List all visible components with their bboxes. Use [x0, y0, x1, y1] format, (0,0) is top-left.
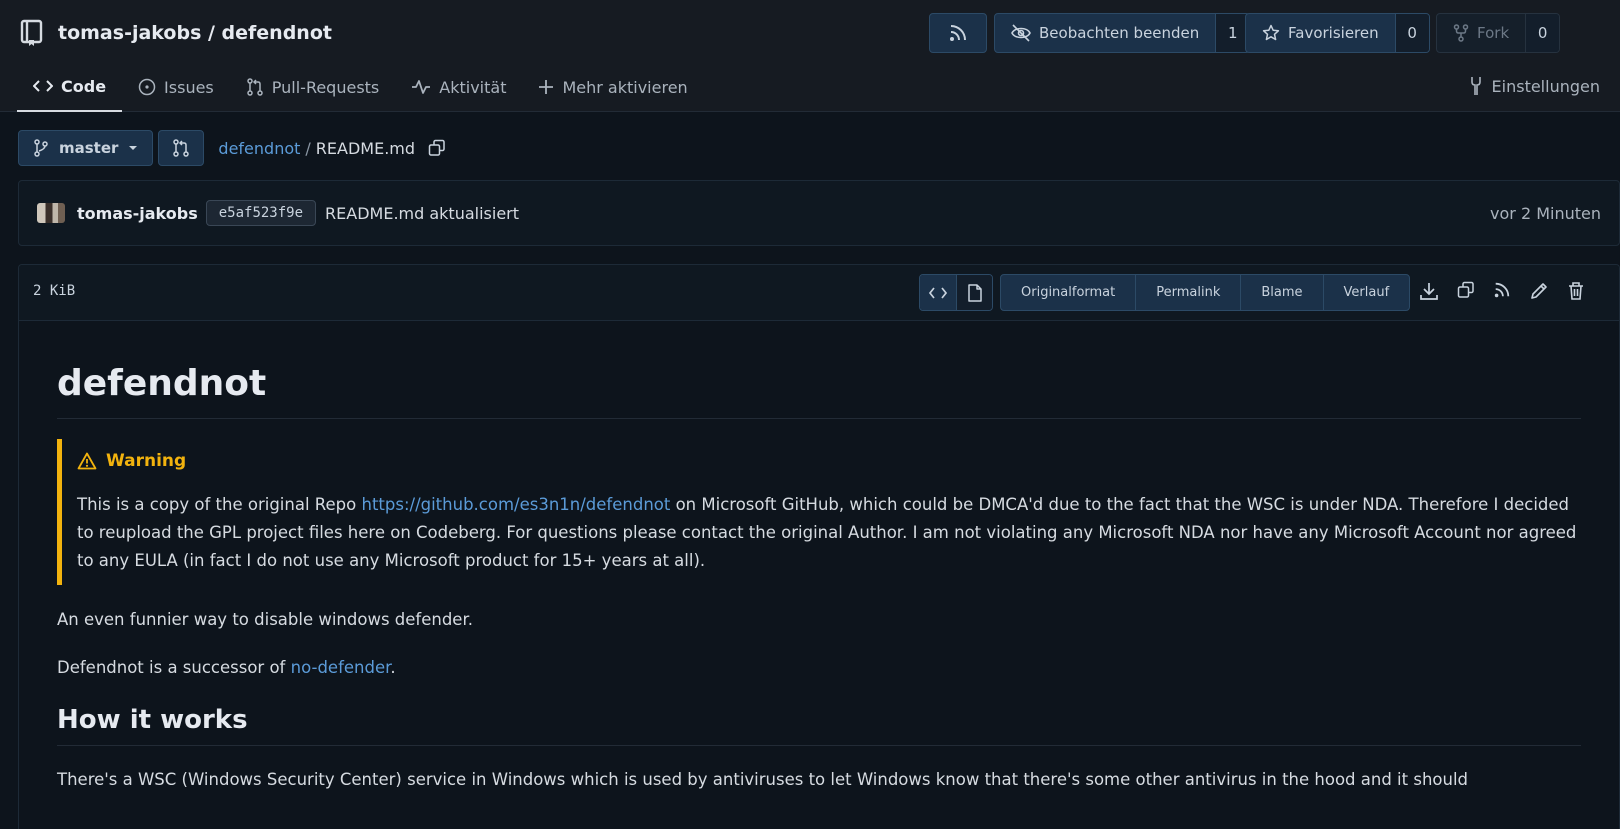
compare-button[interactable]: [158, 130, 205, 166]
file-icon-buttons: [1419, 281, 1585, 301]
watch-label: Beobachten beenden: [1039, 24, 1200, 42]
plus-icon: [538, 79, 554, 95]
repo-header: tomas-jakobs / defendnot Beobachten been…: [0, 0, 1620, 112]
tab-more[interactable]: Mehr aktivieren: [522, 62, 703, 112]
view-toggle: [919, 274, 993, 311]
file-header: 2 KiB Originalformat Permalink Blame Ver…: [19, 265, 1619, 321]
permalink-button[interactable]: Permalink: [1135, 275, 1240, 310]
tab-issues-label: Issues: [164, 77, 214, 97]
commit-message[interactable]: README.md aktualisiert: [325, 204, 519, 223]
warning-icon: [77, 452, 97, 470]
star-count[interactable]: 0: [1394, 14, 1429, 52]
file-actions: Originalformat Permalink Blame Verlauf: [1000, 274, 1411, 311]
readme-paragraph-1: An even funnier way to disable windows d…: [57, 610, 473, 629]
para2-post: .: [390, 658, 396, 677]
download-icon[interactable]: [1419, 281, 1439, 301]
branch-row: master defendnot / README.md: [18, 130, 446, 166]
commit-time: vor 2 Minuten: [1490, 203, 1601, 223]
tools-icon: [1468, 76, 1484, 96]
tab-activity[interactable]: Aktivität: [395, 62, 522, 112]
warning-text-pre: This is a copy of the original Repo: [77, 495, 362, 514]
fork-count[interactable]: 0: [1525, 14, 1560, 52]
no-defender-link[interactable]: no-defender: [291, 658, 391, 677]
tab-pull-requests-label: Pull-Requests: [271, 77, 380, 97]
rendered-view-button[interactable]: [956, 275, 992, 310]
readme-paragraph-2: Defendnot is a successor of no-defender.: [57, 655, 1581, 681]
branch-name: master: [59, 139, 119, 157]
source-view-button[interactable]: [920, 275, 956, 310]
tab-code-label: Code: [61, 76, 107, 96]
rss-button[interactable]: [929, 13, 987, 53]
caret-down-icon: [128, 145, 138, 151]
repo-icon: [20, 19, 44, 47]
issues-icon: [138, 78, 156, 96]
branch-selector[interactable]: master: [18, 130, 154, 166]
copy-path-icon[interactable]: [428, 139, 446, 157]
file-icon: [967, 283, 983, 302]
how-it-works-heading: How it works: [57, 705, 1581, 746]
warning-title: Warning: [77, 451, 1581, 471]
commit-author[interactable]: tomas-jakobs: [77, 204, 198, 223]
commit-sha[interactable]: e5af523f9e: [205, 200, 317, 226]
fork-label: Fork: [1477, 24, 1510, 42]
tab-settings[interactable]: Einstellungen: [1468, 62, 1600, 110]
readme-title: defendnot: [57, 361, 1581, 419]
history-button[interactable]: Verlauf: [1322, 275, 1410, 310]
trash-icon[interactable]: [1567, 281, 1585, 301]
breadcrumb-repo-link[interactable]: defendnot: [218, 139, 300, 158]
file-view: 2 KiB Originalformat Permalink Blame Ver…: [18, 264, 1620, 829]
rss-icon: [948, 23, 968, 43]
original-repo-link[interactable]: https://github.com/es3n1n/defendnot: [361, 495, 670, 514]
tab-more-label: Mehr aktivieren: [562, 77, 688, 97]
fork-button[interactable]: Fork 0: [1436, 13, 1561, 53]
raw-button[interactable]: Originalformat: [1001, 275, 1135, 310]
tab-activity-label: Aktivität: [439, 77, 507, 97]
pull-request-icon: [246, 78, 264, 96]
watch-button[interactable]: Beobachten beenden 1: [994, 13, 1251, 53]
fork-icon: [1453, 24, 1469, 42]
rss-icon[interactable]: [1493, 281, 1511, 301]
para2-pre: Defendnot is a successor of: [57, 658, 291, 677]
tab-code[interactable]: Code: [17, 62, 123, 112]
pull-request-icon: [172, 139, 190, 157]
repo-title[interactable]: tomas-jakobs / defendnot: [58, 22, 332, 44]
star-icon: [1262, 24, 1280, 42]
warning-callout: Warning This is a copy of the original R…: [57, 439, 1581, 585]
readme-paragraph-3: There's a WSC (Windows Security Center) …: [57, 770, 1469, 789]
warning-text: This is a copy of the original Repo http…: [77, 491, 1581, 575]
blame-button[interactable]: Blame: [1240, 275, 1322, 310]
edit-icon[interactable]: [1529, 281, 1549, 301]
breadcrumb-separator: /: [305, 138, 311, 158]
readme-content: defendnot Warning This is a copy of the …: [19, 321, 1619, 794]
star-label: Favorisieren: [1288, 24, 1379, 42]
avatar[interactable]: [37, 203, 65, 223]
settings-label: Einstellungen: [1491, 76, 1600, 96]
warning-title-text: Warning: [106, 451, 187, 471]
star-button[interactable]: Favorisieren 0: [1245, 13, 1430, 53]
repo-tabs: Code Issues Pull-Requests Aktivität Mehr…: [17, 62, 704, 112]
breadcrumb: defendnot / README.md: [218, 139, 446, 158]
breadcrumb-file: README.md: [315, 138, 416, 158]
tab-pull-requests[interactable]: Pull-Requests: [230, 62, 396, 112]
file-size: 2 KiB: [33, 283, 76, 299]
code-icon: [33, 78, 53, 94]
copy-content-icon[interactable]: [1457, 281, 1475, 301]
tab-issues[interactable]: Issues: [122, 62, 230, 112]
latest-commit: tomas-jakobs e5af523f9e README.md aktual…: [18, 180, 1620, 246]
code-icon: [929, 286, 947, 300]
branch-icon: [33, 139, 49, 157]
activity-icon: [411, 79, 431, 95]
eye-slash-icon: [1011, 24, 1031, 42]
